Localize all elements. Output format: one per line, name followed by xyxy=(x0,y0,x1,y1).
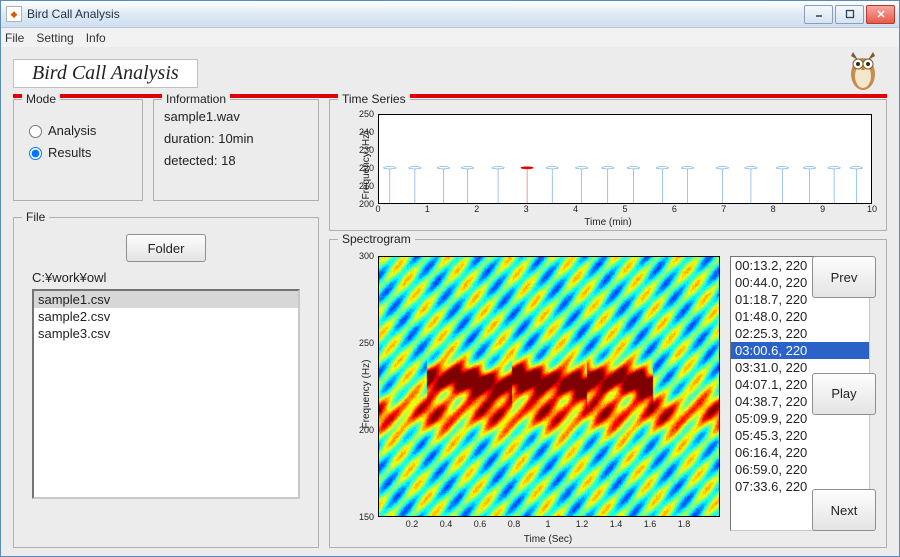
spectrogram-legend: Spectrogram xyxy=(338,232,415,246)
list-item[interactable]: sample1.csv xyxy=(34,291,298,308)
timeseries-axes[interactable] xyxy=(378,114,872,204)
menubar: File Setting Info xyxy=(1,28,899,49)
menu-file[interactable]: File xyxy=(5,31,24,45)
prev-button[interactable]: Prev xyxy=(812,256,876,298)
menu-info[interactable]: Info xyxy=(86,31,106,45)
page-title: Bird Call Analysis xyxy=(13,59,198,88)
mode-panel: Mode Analysis Results xyxy=(13,99,143,201)
info-duration: 10min xyxy=(218,131,253,146)
minimize-button[interactable] xyxy=(804,5,833,24)
owl-icon xyxy=(839,46,887,94)
timeseries-panel: Time Series Frequency (Hz) 2002102202302… xyxy=(329,99,887,231)
timeseries-xlabel: Time (min) xyxy=(584,217,631,228)
list-item[interactable]: sample2.csv xyxy=(34,308,298,325)
file-list[interactable]: sample1.csvsample2.csvsample3.csv xyxy=(32,289,300,499)
menu-setting[interactable]: Setting xyxy=(36,31,73,45)
mode-analysis-radio[interactable]: Analysis xyxy=(24,122,132,138)
close-button[interactable] xyxy=(866,5,895,24)
spectrogram-panel: Spectrogram Frequency (Hz) 150200250300 … xyxy=(329,239,887,548)
timeseries-legend: Time Series xyxy=(338,92,410,106)
next-button[interactable]: Next xyxy=(812,489,876,531)
information-legend: Information xyxy=(162,92,230,106)
information-panel: Information sample1.wav duration: 10min … xyxy=(153,99,319,201)
folder-path: C:¥work¥owl xyxy=(32,270,300,285)
play-button[interactable]: Play xyxy=(812,373,876,415)
spectrogram-axes[interactable] xyxy=(378,256,720,517)
maximize-button[interactable] xyxy=(835,5,864,24)
list-item[interactable]: sample3.csv xyxy=(34,325,298,342)
titlebar: ◆ Bird Call Analysis xyxy=(1,1,899,28)
info-detected: 18 xyxy=(221,153,235,168)
app-icon: ◆ xyxy=(6,6,22,22)
accent-bar xyxy=(13,94,887,98)
file-legend: File xyxy=(22,210,49,224)
mode-legend: Mode xyxy=(22,92,60,106)
mode-results-radio[interactable]: Results xyxy=(24,144,132,160)
window-title: Bird Call Analysis xyxy=(27,7,804,21)
file-panel: File Folder C:¥work¥owl sample1.csvsampl… xyxy=(13,217,319,548)
spectrogram-xlabel: Time (Sec) xyxy=(524,534,573,545)
info-filename: sample1.wav xyxy=(164,106,308,128)
folder-button[interactable]: Folder xyxy=(126,234,206,262)
